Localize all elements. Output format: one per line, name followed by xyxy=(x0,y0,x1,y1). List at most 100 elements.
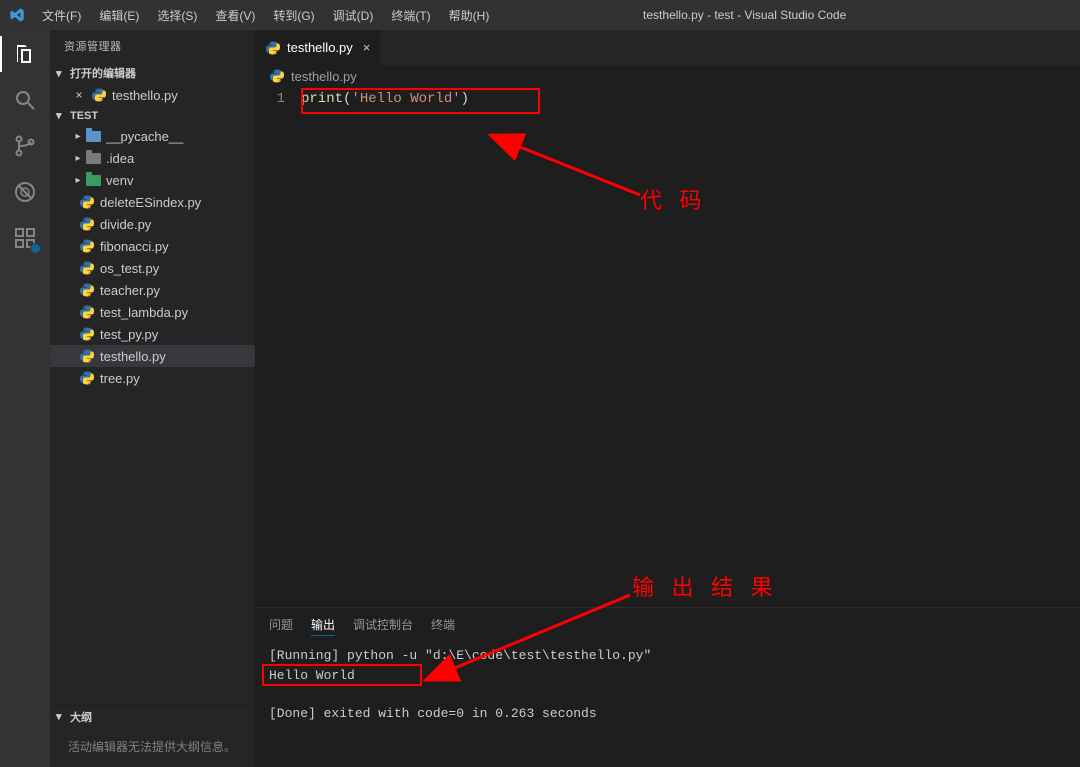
panel-tab-debug-console[interactable]: 调试控制台 xyxy=(353,614,413,636)
badge-icon xyxy=(30,243,41,254)
tree-label: fibonacci.py xyxy=(100,239,169,254)
editor-tab[interactable]: testhello.py × xyxy=(255,30,381,65)
activity-git[interactable] xyxy=(11,132,39,160)
activity-explorer[interactable] xyxy=(11,40,39,68)
chevron-right-icon: ▸ xyxy=(72,153,84,164)
code-editor[interactable]: 1 print('Hello World') xyxy=(255,87,1080,607)
token-paren: ) xyxy=(461,91,469,107)
close-icon[interactable]: × xyxy=(72,88,86,102)
python-file-icon xyxy=(78,370,96,386)
python-file-icon xyxy=(265,40,281,56)
python-file-icon xyxy=(78,194,96,210)
tree-file[interactable]: teacher.py xyxy=(50,279,255,301)
tree-folder[interactable]: ▸ .idea xyxy=(50,147,255,169)
menu-debug[interactable]: 调试(D) xyxy=(325,3,382,28)
open-editors-list: × testhello.py xyxy=(50,84,255,106)
folder-header[interactable]: ▾ TEST xyxy=(50,106,255,125)
folder-icon xyxy=(84,150,102,166)
menu-file[interactable]: 文件(F) xyxy=(34,3,89,28)
tree-label: .idea xyxy=(106,151,134,166)
token-string: 'Hello World' xyxy=(351,91,460,107)
tree-label: tree.py xyxy=(100,371,140,386)
open-editors-header[interactable]: ▾ 打开的编辑器 xyxy=(50,62,255,84)
editor-tabs: testhello.py × xyxy=(255,30,1080,65)
tab-label: testhello.py xyxy=(287,40,353,55)
activity-search[interactable] xyxy=(11,86,39,114)
editor-area: testhello.py × testhello.py 1 print('Hel… xyxy=(255,30,1080,767)
git-icon xyxy=(13,134,37,158)
tree-file[interactable]: divide.py xyxy=(50,213,255,235)
output-line: Hello World xyxy=(269,666,1066,686)
menu-help[interactable]: 帮助(H) xyxy=(441,3,498,28)
window-title: testhello.py - test - Visual Studio Code xyxy=(497,8,1072,22)
line-number: 1 xyxy=(255,89,285,109)
panel-tabs: 问题 输出 调试控制台 终端 xyxy=(255,608,1080,640)
python-file-icon xyxy=(78,348,96,364)
python-file-icon xyxy=(78,260,96,276)
tree-label: os_test.py xyxy=(100,261,159,276)
tree-label: test_py.py xyxy=(100,327,158,342)
folder-tree: ▸ __pycache__ ▸ .idea ▸ venv deleteESind… xyxy=(50,125,255,705)
tree-folder[interactable]: ▸ venv xyxy=(50,169,255,191)
open-editors-label: 打开的编辑器 xyxy=(70,65,136,81)
menu-edit[interactable]: 编辑(E) xyxy=(91,3,147,28)
token-function: print xyxy=(301,91,343,107)
tree-label: test_lambda.py xyxy=(100,305,188,320)
menu-go[interactable]: 转到(G) xyxy=(265,3,322,28)
folder-icon xyxy=(84,172,102,188)
tree-folder[interactable]: ▸ __pycache__ xyxy=(50,125,255,147)
tree-file[interactable]: tree.py xyxy=(50,367,255,389)
folder-icon xyxy=(84,128,102,144)
tree-file[interactable]: testhello.py xyxy=(50,345,255,367)
sidebar: 资源管理器 ▾ 打开的编辑器 × testhello.py ▾ TEST ▸ _… xyxy=(50,30,255,767)
tree-label: venv xyxy=(106,173,133,188)
python-file-icon xyxy=(78,282,96,298)
tree-label: __pycache__ xyxy=(106,129,183,144)
main-content: 资源管理器 ▾ 打开的编辑器 × testhello.py ▾ TEST ▸ _… xyxy=(0,30,1080,767)
menu-terminal[interactable]: 终端(T) xyxy=(383,3,438,28)
breadcrumb-label: testhello.py xyxy=(291,69,357,84)
menu-bar: 文件(F) 编辑(E) 选择(S) 查看(V) 转到(G) 调试(D) 终端(T… xyxy=(34,3,497,28)
panel-tab-terminal[interactable]: 终端 xyxy=(431,614,455,636)
python-file-icon xyxy=(78,238,96,254)
tree-file[interactable]: test_lambda.py xyxy=(50,301,255,323)
tree-label: deleteESindex.py xyxy=(100,195,201,210)
close-icon[interactable]: × xyxy=(363,40,371,55)
tree-file[interactable]: deleteESindex.py xyxy=(50,191,255,213)
chevron-down-icon: ▾ xyxy=(56,710,66,723)
tree-file[interactable]: fibonacci.py xyxy=(50,235,255,257)
sidebar-title: 资源管理器 xyxy=(50,30,255,62)
output-line: [Running] python -u "d:\E\code\test\test… xyxy=(269,646,1066,666)
activity-bar xyxy=(0,30,50,767)
output-line: [Done] exited with code=0 in 0.263 secon… xyxy=(269,704,1066,724)
menu-selection[interactable]: 选择(S) xyxy=(149,3,205,28)
search-icon xyxy=(13,88,37,112)
vscode-logo-icon xyxy=(8,6,26,24)
tree-file[interactable]: os_test.py xyxy=(50,257,255,279)
output-body[interactable]: [Running] python -u "d:\E\code\test\test… xyxy=(255,640,1080,767)
outline-section: ▾ 大纲 活动编辑器无法提供大纲信息。 xyxy=(50,705,255,767)
tree-file[interactable]: test_py.py xyxy=(50,323,255,345)
code-line: print('Hello World') xyxy=(301,89,469,109)
menu-view[interactable]: 查看(V) xyxy=(207,3,263,28)
bottom-panel: 问题 输出 调试控制台 终端 [Running] python -u "d:\E… xyxy=(255,607,1080,767)
panel-tab-output[interactable]: 输出 xyxy=(311,614,335,636)
activity-extensions[interactable] xyxy=(11,224,39,252)
chevron-down-icon: ▾ xyxy=(56,67,66,80)
titlebar: 文件(F) 编辑(E) 选择(S) 查看(V) 转到(G) 调试(D) 终端(T… xyxy=(0,0,1080,30)
chevron-right-icon: ▸ xyxy=(72,175,84,186)
python-file-icon xyxy=(78,216,96,232)
python-file-icon xyxy=(78,304,96,320)
folder-label: TEST xyxy=(70,110,98,122)
activity-debug[interactable] xyxy=(11,178,39,206)
code-content: print('Hello World') xyxy=(301,89,469,607)
tree-label: divide.py xyxy=(100,217,151,232)
outline-header[interactable]: ▾ 大纲 xyxy=(50,706,255,728)
open-editor-name: testhello.py xyxy=(112,88,178,103)
open-editor-item[interactable]: × testhello.py xyxy=(50,84,255,106)
python-file-icon xyxy=(78,326,96,342)
python-file-icon xyxy=(90,87,108,103)
breadcrumb[interactable]: testhello.py xyxy=(255,65,1080,87)
tree-label: teacher.py xyxy=(100,283,160,298)
panel-tab-problems[interactable]: 问题 xyxy=(269,614,293,636)
